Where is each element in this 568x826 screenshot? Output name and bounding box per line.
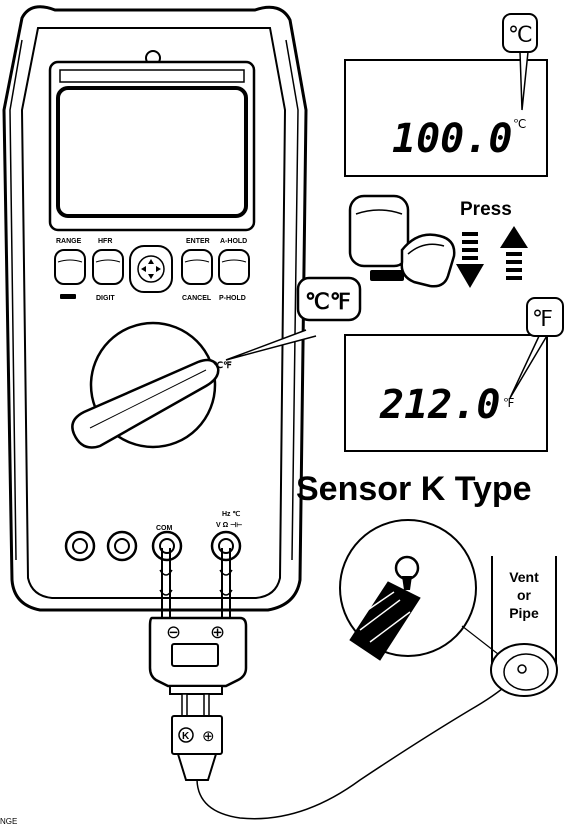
jack-label-com: COM — [156, 525, 173, 532]
jack-1 — [64, 530, 96, 562]
vent-label-line2: or — [517, 587, 532, 603]
adapter-window — [171, 643, 219, 667]
key-label-digit: DIGIT — [96, 295, 115, 302]
k-type-connector: K ⊕ — [171, 693, 223, 781]
dial-position-label: ℃℉ — [213, 360, 232, 370]
probe-cable — [196, 671, 521, 820]
display-celsius-unit: ℃ — [513, 117, 526, 131]
connector-pin-right — [203, 693, 210, 717]
vent-probe-hole — [517, 664, 527, 674]
sensor-title: Sensor K Type — [296, 470, 532, 508]
arrow-down-icon — [456, 232, 484, 288]
key-label-hfr: HFR — [98, 238, 112, 245]
hfr-button[interactable] — [92, 249, 124, 285]
press-label: Press — [460, 199, 512, 220]
key-label-cancel: CANCEL — [182, 295, 212, 302]
connector-k-label: K — [182, 731, 190, 742]
jack-label-hz-c: Hz ℃ — [222, 510, 241, 518]
connector-tail — [176, 753, 218, 781]
arrow-up-icon — [500, 226, 528, 280]
pressing-finger — [400, 233, 456, 288]
press-illustration: Press — [348, 194, 528, 288]
jack-v-ohm-temp — [210, 530, 242, 562]
display-fahrenheit-reading: 212.0 — [379, 382, 500, 428]
vent-pipe: Vent or Pipe — [490, 556, 558, 697]
adapter-plus-symbol: ⊕ — [210, 622, 225, 642]
connector-pin-left — [181, 693, 188, 717]
vent-label-line1: Vent — [509, 569, 539, 585]
display-celsius-reading: 100.0 — [392, 116, 512, 162]
shift-key-symbol — [370, 270, 404, 281]
jack-2 — [106, 530, 138, 562]
key-label-a-hold: A-HOLD — [220, 238, 247, 245]
key-label-p-hold: P-HOLD — [219, 295, 246, 302]
range-button[interactable] — [54, 249, 86, 285]
jack-label-v-ohm: V Ω ⊣⊢ — [216, 521, 242, 529]
display-fahrenheit-panel: 212.0 ℉ ℉ — [344, 297, 564, 452]
a-hold-button[interactable] — [218, 249, 250, 285]
probe-detail — [339, 519, 517, 669]
callout-cf-symbol: ℃℉ — [305, 289, 351, 314]
connector-plus-label: ⊕ — [202, 728, 215, 745]
adapter-minus-symbol: ⊖ — [166, 622, 181, 642]
shift-bar-icon — [60, 294, 76, 299]
probe-tip-ball — [394, 555, 420, 581]
key-label-enter: ENTER — [186, 238, 210, 245]
vent-pipe-opening-inner — [503, 653, 549, 691]
key-label-range: RANGE — [56, 238, 82, 245]
lcd-screen — [56, 86, 248, 218]
button-illustration-back — [348, 194, 410, 268]
display-fahrenheit-unit: ℉ — [503, 396, 514, 410]
edge-caption: NGE — [0, 817, 17, 826]
jack-com — [151, 530, 183, 562]
adapter-collar — [169, 685, 223, 695]
display-celsius-panel: 100.0 ℃ ℃ — [344, 13, 548, 177]
vent-label-line3: Pipe — [509, 605, 539, 621]
multimeter: RANGE HFR ENTER A-HOLD DIGIT CANCEL P-HO… — [2, 5, 308, 612]
k-type-sensor-diagram: RANGE HFR ENTER A-HOLD DIGIT CANCEL P-HO… — [0, 5, 564, 826]
callout-fahrenheit-symbol: ℉ — [532, 306, 553, 331]
lcd-strip — [59, 69, 245, 83]
callout-celsius-symbol: ℃ — [508, 22, 533, 47]
enter-button[interactable] — [181, 249, 213, 285]
